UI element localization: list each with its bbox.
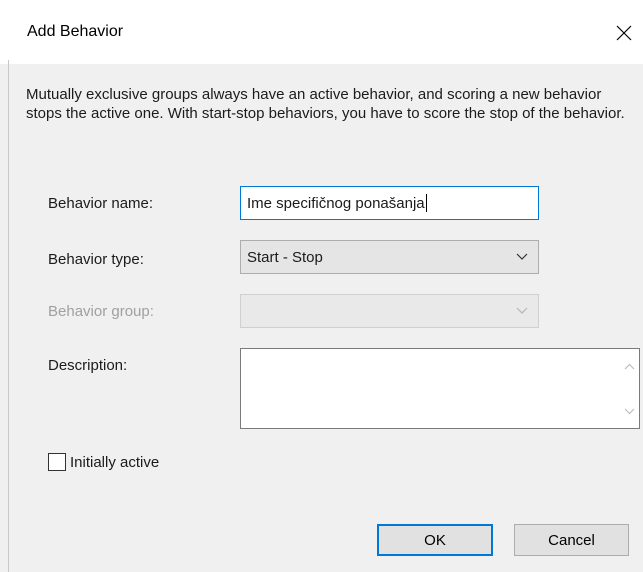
behavior-group-select[interactable] <box>240 294 539 328</box>
scroll-up-icon[interactable] <box>624 363 635 371</box>
description-label: Description: <box>48 357 128 374</box>
behavior-name-label: Behavior name: <box>48 195 154 212</box>
initially-active-checkbox[interactable] <box>48 453 66 471</box>
window-left-border <box>8 60 9 572</box>
behavior-name-value: Ime specifičnog ponašanja <box>247 194 425 212</box>
initially-active-label[interactable]: Initially active <box>70 454 159 471</box>
behavior-type-label: Behavior type: <box>48 251 144 268</box>
title-bar: Add Behavior <box>0 0 643 64</box>
description-scrollbar[interactable] <box>620 349 639 428</box>
ok-button[interactable]: OK <box>377 524 493 556</box>
close-icon <box>616 25 632 41</box>
text-caret <box>425 194 427 212</box>
behavior-type-select[interactable]: Start - Stop <box>240 240 539 274</box>
dialog-title: Add Behavior <box>27 23 124 40</box>
chevron-down-icon <box>516 307 528 314</box>
initially-active-row[interactable]: Initially active <box>48 453 159 471</box>
behavior-type-value: Start - Stop <box>247 248 323 266</box>
help-text: Mutually exclusive groups always have an… <box>26 86 625 122</box>
behavior-group-label: Behavior group: <box>48 303 154 320</box>
scroll-down-icon[interactable] <box>624 407 635 415</box>
chevron-down-icon <box>516 253 528 260</box>
behavior-name-input[interactable]: Ime specifičnog ponašanja <box>240 186 539 220</box>
description-textarea[interactable] <box>240 348 640 429</box>
close-button[interactable] <box>606 14 642 52</box>
cancel-button[interactable]: Cancel <box>514 524 629 556</box>
